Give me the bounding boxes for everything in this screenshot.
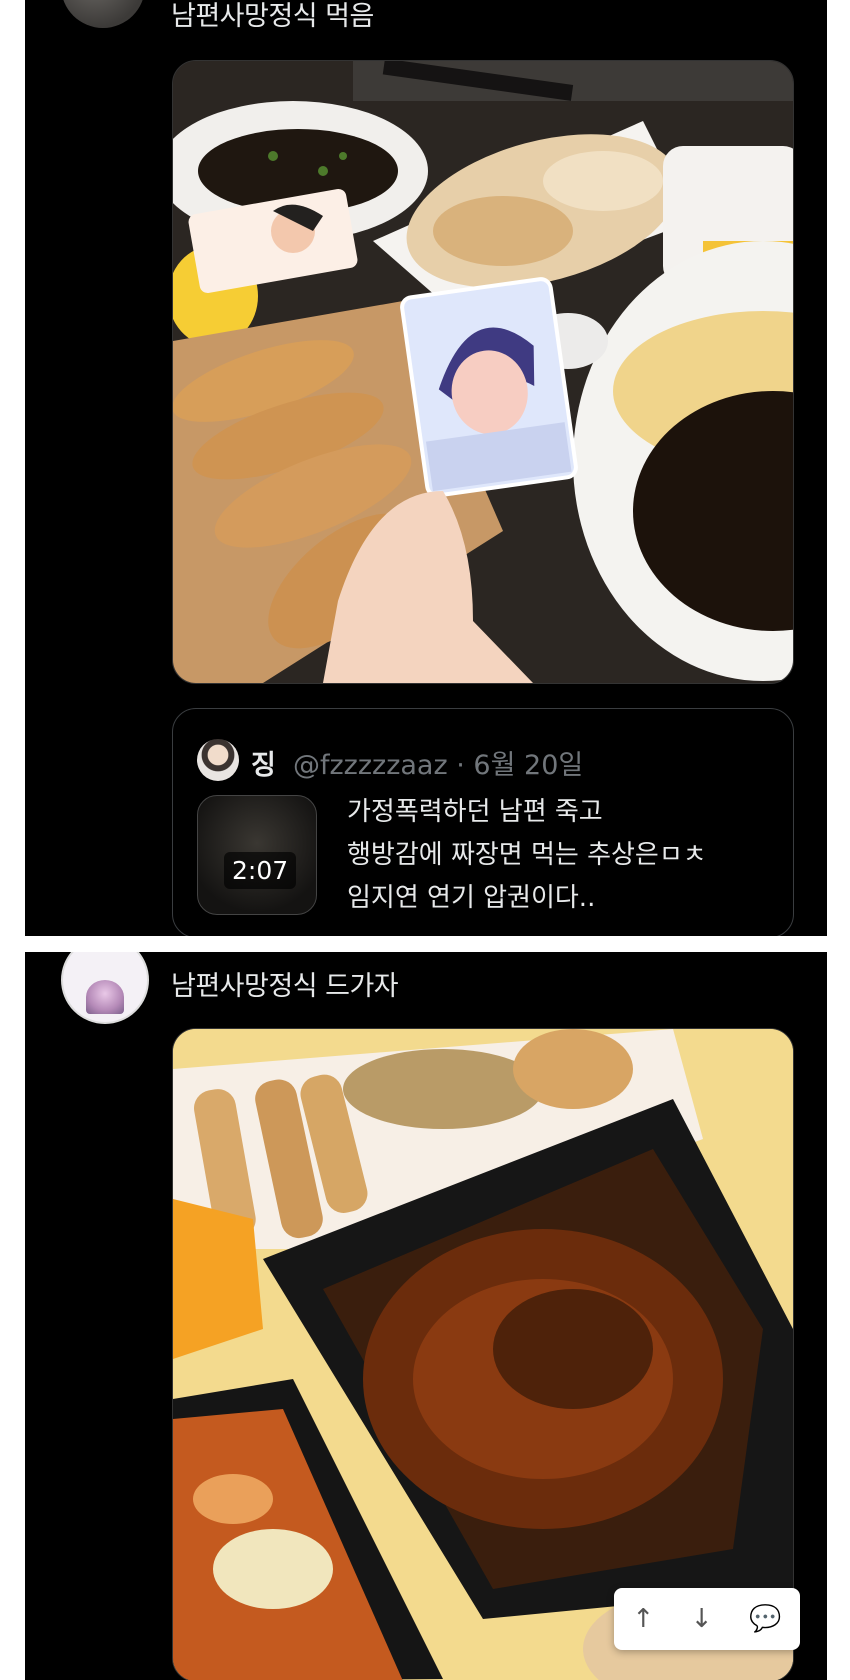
food-photo-illustration bbox=[173, 1029, 793, 1680]
post-2: 남편사망정식 드가자 bbox=[25, 952, 827, 1680]
avatar[interactable] bbox=[61, 952, 149, 1024]
avatar[interactable] bbox=[61, 0, 145, 28]
post-text: 남편사망정식 드가자 bbox=[171, 971, 399, 1002]
food-photo-illustration bbox=[173, 61, 793, 683]
quoted-line: 가정폭력하던 남편 죽고 bbox=[347, 797, 603, 827]
meta-separator: · bbox=[456, 750, 465, 781]
arrow-down-icon[interactable]: ↓ bbox=[691, 1604, 713, 1634]
video-duration: 2:07 bbox=[224, 852, 297, 889]
quoted-line: 행방감에 짜장면 먹는 추상은ㅁㅊ bbox=[347, 840, 707, 870]
quoted-handle[interactable]: @fzzzzzaaz bbox=[293, 750, 448, 781]
quoted-date[interactable]: 6월 20일 bbox=[473, 750, 583, 781]
action-bar: ↑ ↓ 💬 bbox=[614, 1588, 800, 1650]
quoted-meta: @fzzzzzaaz · 6월 20일 bbox=[293, 743, 583, 782]
post-1: 남편사망정식 먹음 징 @fzzzzzaaz · 6월 20일 2:07 가정폭… bbox=[25, 0, 827, 936]
quoted-line: 임지연 연기 압권이다.. bbox=[347, 883, 596, 913]
quoted-author-name[interactable]: 징 bbox=[251, 743, 276, 782]
quoted-text: 가정폭력하던 남편 죽고 행방감에 짜장면 먹는 추상은ㅁㅊ 임지연 연기 압권… bbox=[347, 791, 707, 920]
quoted-avatar[interactable] bbox=[197, 739, 239, 781]
comment-icon[interactable]: 💬 bbox=[749, 1604, 781, 1634]
post-photo[interactable] bbox=[172, 60, 794, 684]
post-text: 남편사망정식 먹음 bbox=[171, 1, 374, 32]
quoted-post[interactable]: 징 @fzzzzzaaz · 6월 20일 2:07 가정폭력하던 남편 죽고 … bbox=[172, 708, 794, 936]
post-photo[interactable] bbox=[172, 1028, 794, 1680]
arrow-up-icon[interactable]: ↑ bbox=[632, 1604, 654, 1634]
video-thumbnail[interactable]: 2:07 bbox=[197, 795, 317, 915]
